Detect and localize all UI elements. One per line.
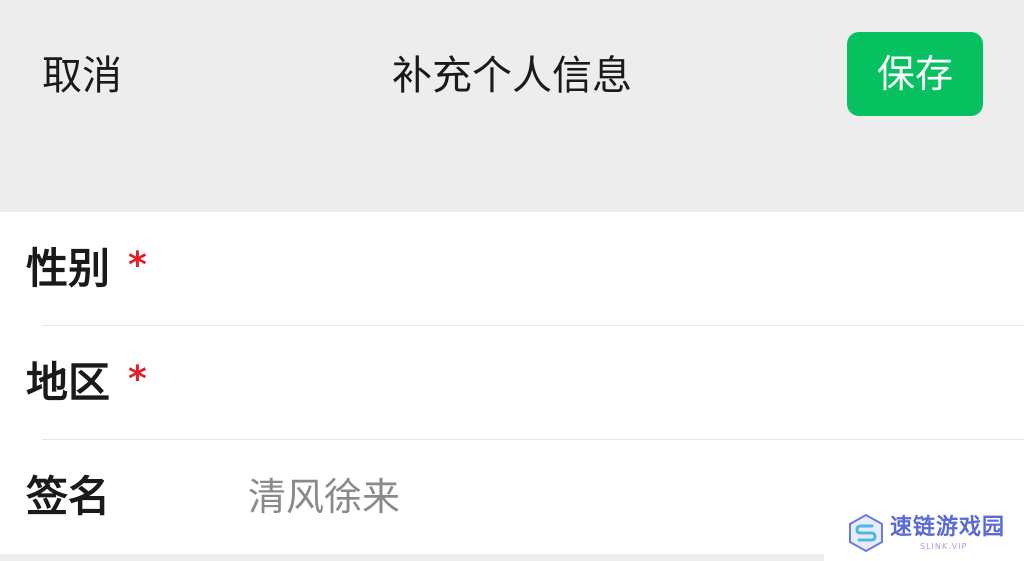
required-mark: * [128, 359, 147, 400]
watermark: 速链游戏园 SLINK.VIP [824, 506, 1024, 561]
required-mark: * [128, 245, 147, 286]
profile-form: 性别 * 地区 * 签名 清风徐来 [0, 212, 1024, 554]
gender-row[interactable]: 性别 * [0, 212, 1024, 326]
screen: 取消 补充个人信息 保存 性别 * 地区 * 签名 清风徐来 速链游戏园 SLI… [0, 0, 1024, 561]
signature-label: 签名 [26, 472, 111, 521]
save-button[interactable]: 保存 [847, 32, 983, 116]
region-label: 地区 [26, 358, 111, 407]
top-bar: 取消 补充个人信息 保存 [0, 0, 1024, 212]
cancel-button[interactable]: 取消 [42, 50, 122, 102]
gender-label: 性别 [26, 244, 111, 293]
region-row[interactable]: 地区 * [0, 326, 1024, 440]
signature-value: 清风徐来 [248, 475, 401, 519]
watermark-text: 速链游戏园 [890, 515, 1006, 540]
watermark-logo-icon [849, 513, 883, 553]
watermark-subtext: SLINK.VIP [920, 542, 968, 551]
